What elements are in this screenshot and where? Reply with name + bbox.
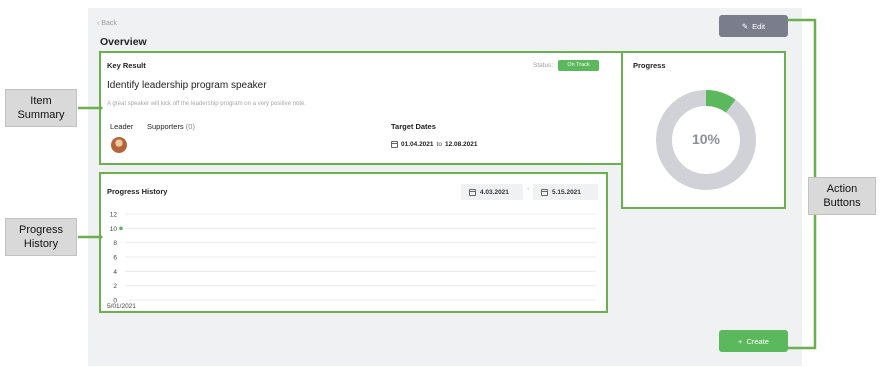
supporters-count: (0) — [185, 122, 195, 131]
status-label: Status: — [533, 62, 554, 69]
callout-action-buttons: Action Buttons — [808, 177, 876, 215]
date-separator: - — [527, 186, 530, 193]
status-badge: On Track — [558, 60, 599, 71]
key-result-label: Key Result — [107, 61, 146, 70]
plus-icon: + — [738, 336, 743, 346]
back-label: Back — [101, 20, 117, 27]
history-start-date-picker[interactable]: 4.03.2021 — [461, 184, 523, 200]
progress-history-chart: 1210864205/01/2021 — [107, 212, 596, 310]
target-to: to — [436, 141, 442, 148]
y-tick-label: 8 — [113, 240, 117, 247]
data-point[interactable] — [119, 226, 123, 231]
leader-label: Leader — [110, 122, 134, 131]
history-end-date-picker[interactable]: 5.15.2021 — [533, 184, 598, 200]
progress-percent: 10% — [691, 131, 721, 147]
create-button[interactable]: + Create — [719, 330, 788, 352]
y-tick-label: 10 — [110, 226, 118, 233]
y-tick-label: 6 — [113, 255, 117, 262]
back-link[interactable]: ‹ Back — [97, 20, 117, 27]
progress-history-title: Progress History — [107, 187, 168, 196]
calendar-icon — [391, 141, 398, 148]
key-result-title: Identify leadership program speaker — [107, 80, 267, 91]
progress-title: Progress — [633, 61, 666, 70]
target-end-date: 12.08.2021 — [444, 141, 478, 148]
history-start-date: 4.03.2021 — [480, 188, 509, 196]
supporters-text: Supporters — [147, 122, 184, 131]
edit-button-label: Edit — [752, 21, 766, 31]
edit-button[interactable]: ✎ Edit — [719, 15, 788, 37]
x-tick-label: 5/01/2021 — [107, 303, 136, 310]
callout-progress-history: Progress History — [5, 218, 77, 256]
callout-item-summary: Item Summary — [5, 89, 77, 127]
calendar-icon — [469, 188, 476, 196]
calendar-icon — [541, 188, 548, 196]
leader-avatar[interactable] — [111, 137, 127, 153]
y-tick-label: 12 — [110, 212, 118, 219]
y-tick-label: 2 — [113, 283, 117, 290]
y-tick-label: 4 — [113, 269, 117, 276]
target-start-date: 01.04.2021 — [401, 141, 434, 148]
key-result-card — [101, 53, 607, 163]
target-dates-label: Target Dates — [391, 122, 436, 131]
history-end-date: 5.15.2021 — [552, 188, 581, 196]
create-button-label: Create — [746, 336, 769, 346]
key-result-description: A great speaker will kick off the leader… — [107, 101, 306, 107]
page-title: Overview — [100, 36, 147, 48]
target-dates: 01.04.2021 to 12.08.2021 — [391, 141, 478, 148]
pencil-icon: ✎ — [741, 21, 749, 31]
supporters-label: Supporters (0) — [147, 122, 195, 131]
